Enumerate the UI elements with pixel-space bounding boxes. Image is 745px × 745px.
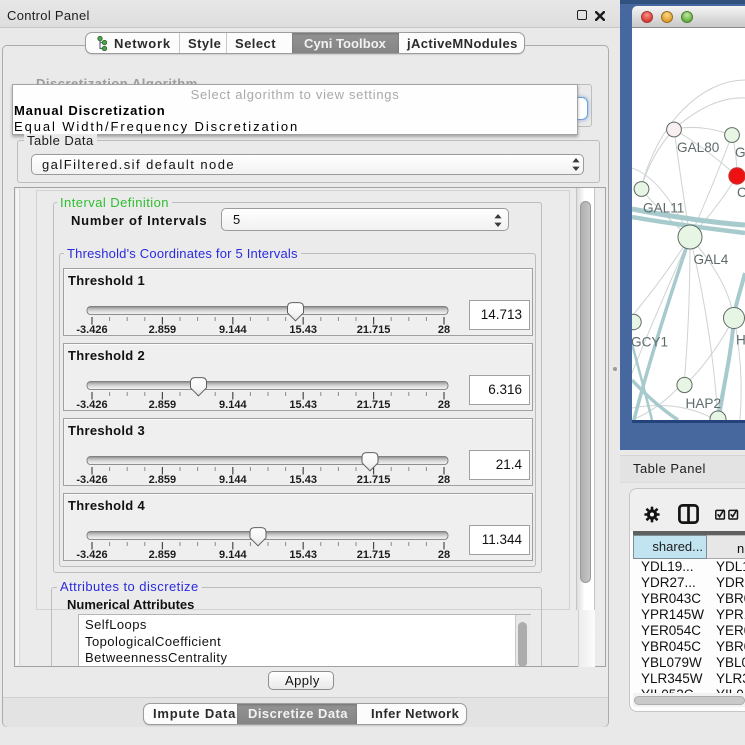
svg-text:GAL80: GAL80 [677,140,720,155]
svg-text:15.43: 15.43 [289,474,317,486]
svg-text:9.144: 9.144 [219,324,247,336]
svg-text:-3.426: -3.426 [76,474,107,486]
svg-text:-3.426: -3.426 [76,324,107,336]
svg-text:28: 28 [438,474,450,486]
svg-text:9.144: 9.144 [219,399,247,411]
svg-text:21.715: 21.715 [357,549,391,561]
svg-text:21.715: 21.715 [357,399,391,411]
svg-text:2.859: 2.859 [149,549,177,561]
svg-text:-3.426: -3.426 [76,549,107,561]
svg-text:21.715: 21.715 [357,324,391,336]
svg-text:H: H [736,333,745,348]
svg-text:28: 28 [438,549,450,561]
svg-text:C: C [737,185,745,200]
svg-text:21.715: 21.715 [357,474,391,486]
svg-text:2.859: 2.859 [149,474,177,486]
svg-text:28: 28 [438,324,450,336]
svg-text:GAL11: GAL11 [643,201,684,216]
svg-text:2.859: 2.859 [149,324,177,336]
svg-text:9.144: 9.144 [219,474,247,486]
svg-text:GA: GA [735,145,745,160]
svg-text:HAP2: HAP2 [686,396,722,411]
svg-text:GAL4: GAL4 [694,252,729,267]
svg-text:15.43: 15.43 [289,399,317,411]
svg-text:GCY1: GCY1 [632,335,668,350]
svg-text:15.43: 15.43 [289,549,317,561]
svg-text:2.859: 2.859 [149,399,177,411]
svg-text:9.144: 9.144 [219,549,247,561]
svg-text:28: 28 [438,399,450,411]
svg-text:15.43: 15.43 [289,324,317,336]
svg-text:-3.426: -3.426 [76,399,107,411]
